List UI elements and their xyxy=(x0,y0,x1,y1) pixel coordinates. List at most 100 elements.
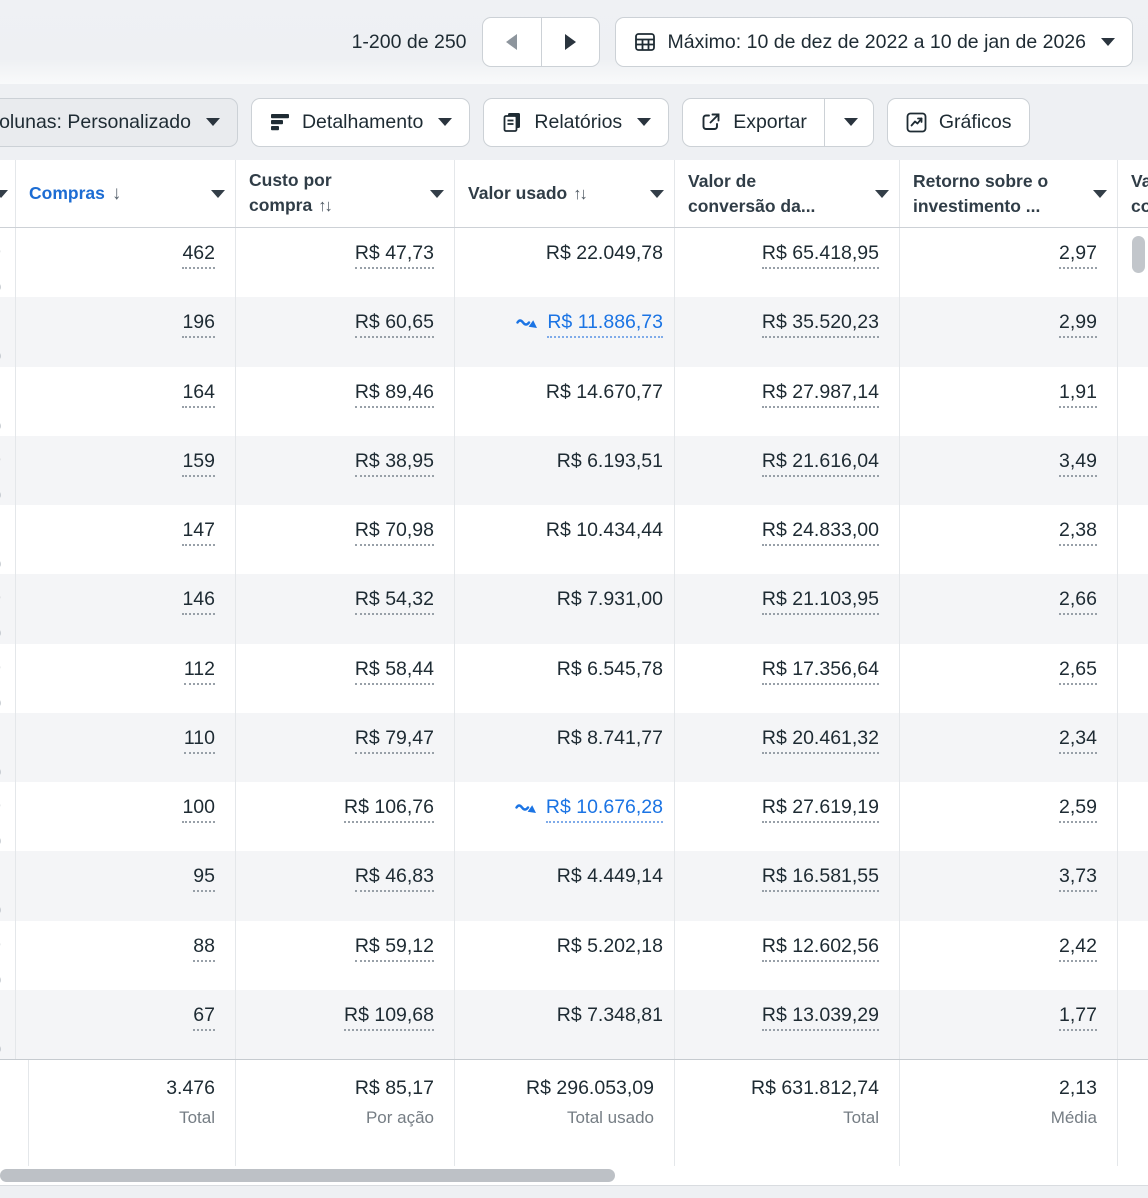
export-dropdown-button[interactable] xyxy=(824,99,873,146)
amount-spent-cell: R$ 8.741,77 xyxy=(455,713,675,782)
charts-button[interactable]: Gráficos xyxy=(887,98,1030,147)
roas-value[interactable]: 3,49 xyxy=(1059,448,1097,477)
roas-value[interactable]: 2,99 xyxy=(1059,309,1097,338)
horizontal-scrollbar[interactable] xyxy=(0,1166,1148,1186)
clipped-last-column-cell xyxy=(1118,644,1148,713)
columns-button[interactable]: Colunas: Personalizado xyxy=(0,98,238,147)
purchases-value[interactable]: 196 xyxy=(182,309,215,338)
conversion-value[interactable]: R$ 27.987,14 xyxy=(762,379,879,408)
roas-value[interactable]: 1,77 xyxy=(1059,1002,1097,1031)
roas-value[interactable]: 2,38 xyxy=(1059,517,1097,546)
conversion-value-cell: R$ 21.103,95 xyxy=(675,574,900,643)
column-header-amount-spent[interactable]: Valor usado↑↓ xyxy=(455,160,675,227)
conversion-value[interactable]: R$ 21.616,04 xyxy=(762,448,879,477)
roas-value[interactable]: 3,73 xyxy=(1059,863,1097,892)
cost-per-purchase-cell: R$ 89,46 xyxy=(236,367,455,436)
roas-value[interactable]: 2,66 xyxy=(1059,586,1097,615)
roas-cell: 2,59 xyxy=(900,782,1118,851)
cost-per-purchase-value[interactable]: R$ 70,98 xyxy=(355,517,434,546)
conversion-value[interactable]: R$ 24.833,00 xyxy=(762,517,879,546)
conversion-value[interactable]: R$ 17.356,64 xyxy=(762,656,879,685)
column-menu-caret-icon[interactable] xyxy=(875,190,889,198)
roas-value[interactable]: 2,59 xyxy=(1059,794,1097,823)
column-header-roas[interactable]: Retorno sobre o investimento ... xyxy=(900,160,1118,227)
next-arrow-icon xyxy=(565,34,576,50)
purchases-value[interactable]: 112 xyxy=(184,656,215,685)
summary-label: Total xyxy=(179,1108,215,1128)
cost-per-purchase-value[interactable]: R$ 54,32 xyxy=(355,586,434,615)
purchases-value[interactable]: 462 xyxy=(182,240,215,269)
purchases-value[interactable]: 159 xyxy=(182,448,215,477)
clipped-first-column-header[interactable] xyxy=(0,160,16,227)
roas-value[interactable]: 2,97 xyxy=(1059,240,1097,269)
summary-label: Por ação xyxy=(366,1108,434,1128)
purchases-value[interactable]: 110 xyxy=(184,725,215,754)
cost-per-purchase-value[interactable]: R$ 59,12 xyxy=(355,933,434,962)
cost-per-purchase-value[interactable]: R$ 79,47 xyxy=(355,725,434,754)
conversion-value[interactable]: R$ 21.103,95 xyxy=(762,586,879,615)
breakdown-button[interactable]: Detalhamento xyxy=(251,98,470,147)
purchases-cell: 462 xyxy=(16,228,236,297)
clipped-last-column-cell xyxy=(1118,990,1148,1059)
column-label: Retorno sobre o xyxy=(913,171,1048,191)
purchases-value[interactable]: 146 xyxy=(182,586,215,615)
roas-value[interactable]: 1,91 xyxy=(1059,379,1097,408)
sort-desc-icon[interactable]: ↓ xyxy=(112,183,122,204)
column-menu-caret-icon[interactable] xyxy=(650,190,664,198)
conversion-value[interactable]: R$ 27.619,19 xyxy=(762,794,879,823)
sort-both-icon[interactable]: ↑↓ xyxy=(573,185,586,203)
amount-spent-cell: R$ 6.545,78 xyxy=(455,644,675,713)
pagination-prev-button[interactable] xyxy=(483,18,541,66)
reports-button[interactable]: Relatórios xyxy=(483,98,669,147)
purchases-cell: 159 xyxy=(16,436,236,505)
cost-per-purchase-value[interactable]: R$ 38,95 xyxy=(355,448,434,477)
cost-per-purchase-value[interactable]: R$ 47,73 xyxy=(355,240,434,269)
conversion-value[interactable]: R$ 20.461,32 xyxy=(762,725,879,754)
sort-both-icon[interactable]: ↑↓ xyxy=(318,197,331,215)
table-row: 0o462R$ 47,73R$ 22.049,78R$ 65.418,952,9… xyxy=(0,228,1148,297)
column-menu-caret-icon[interactable] xyxy=(211,190,225,198)
conversion-value-cell: R$ 27.619,19 xyxy=(675,782,900,851)
horizontal-scrollbar-thumb[interactable] xyxy=(0,1169,615,1182)
column-header-purchases[interactable]: Compras↓ xyxy=(16,160,236,227)
conversion-value[interactable]: R$ 12.602,56 xyxy=(762,933,879,962)
column-menu-caret-icon[interactable] xyxy=(1093,190,1107,198)
cost-per-purchase-value[interactable]: R$ 58,44 xyxy=(355,656,434,685)
purchases-value[interactable]: 95 xyxy=(193,863,215,892)
summary-value: 3.476 xyxy=(166,1075,215,1101)
cost-per-purchase-value[interactable]: R$ 60,65 xyxy=(355,309,434,338)
conversion-value-cell: R$ 12.602,56 xyxy=(675,921,900,990)
vertical-scrollbar-thumb[interactable] xyxy=(1132,236,1145,273)
pagination-range: 1-200 de 250 xyxy=(352,31,467,54)
purchases-value[interactable]: 67 xyxy=(193,1002,215,1031)
amount-spent-trend-link[interactable]: R$ 11.886,73 xyxy=(516,309,663,338)
amount-spent-value: R$ 6.545,78 xyxy=(557,656,663,682)
purchases-value[interactable]: 88 xyxy=(193,933,215,962)
roas-value[interactable]: 2,65 xyxy=(1059,656,1097,685)
cost-per-purchase-value[interactable]: R$ 46,83 xyxy=(355,863,434,892)
breakdown-button-label: Detalhamento xyxy=(302,111,423,134)
column-header-cost-per-purchase[interactable]: Custo por compra↑↓ xyxy=(236,160,455,227)
purchases-cell: 164 xyxy=(16,367,236,436)
purchases-value[interactable]: 147 xyxy=(182,517,215,546)
purchases-value[interactable]: 100 xyxy=(182,794,215,823)
conversion-value[interactable]: R$ 13.039,29 xyxy=(762,1002,879,1031)
roas-cell: 1,91 xyxy=(900,367,1118,436)
export-button[interactable]: Exportar xyxy=(683,99,824,146)
conversion-value-cell: R$ 13.039,29 xyxy=(675,990,900,1059)
amount-spent-trend-link[interactable]: R$ 10.676,28 xyxy=(515,794,663,823)
cost-per-purchase-value[interactable]: R$ 109,68 xyxy=(344,1002,434,1031)
cost-per-purchase-value[interactable]: R$ 89,46 xyxy=(355,379,434,408)
conversion-value[interactable]: R$ 35.520,23 xyxy=(762,309,879,338)
conversion-value[interactable]: R$ 16.581,55 xyxy=(762,863,879,892)
date-range-button[interactable]: Máximo: 10 de dez de 2022 a 10 de jan de… xyxy=(615,17,1133,67)
column-header-conversion-value[interactable]: Valor de conversão da... xyxy=(675,160,900,227)
purchases-value[interactable]: 164 xyxy=(182,379,215,408)
roas-value[interactable]: 2,42 xyxy=(1059,933,1097,962)
cost-per-purchase-value[interactable]: R$ 106,76 xyxy=(344,794,434,823)
pagination-next-button[interactable] xyxy=(541,18,599,66)
column-menu-caret-icon[interactable] xyxy=(430,190,444,198)
roas-value[interactable]: 2,34 xyxy=(1059,725,1097,754)
clipped-last-column-header[interactable]: Va co xyxy=(1118,160,1148,227)
conversion-value[interactable]: R$ 65.418,95 xyxy=(762,240,879,269)
